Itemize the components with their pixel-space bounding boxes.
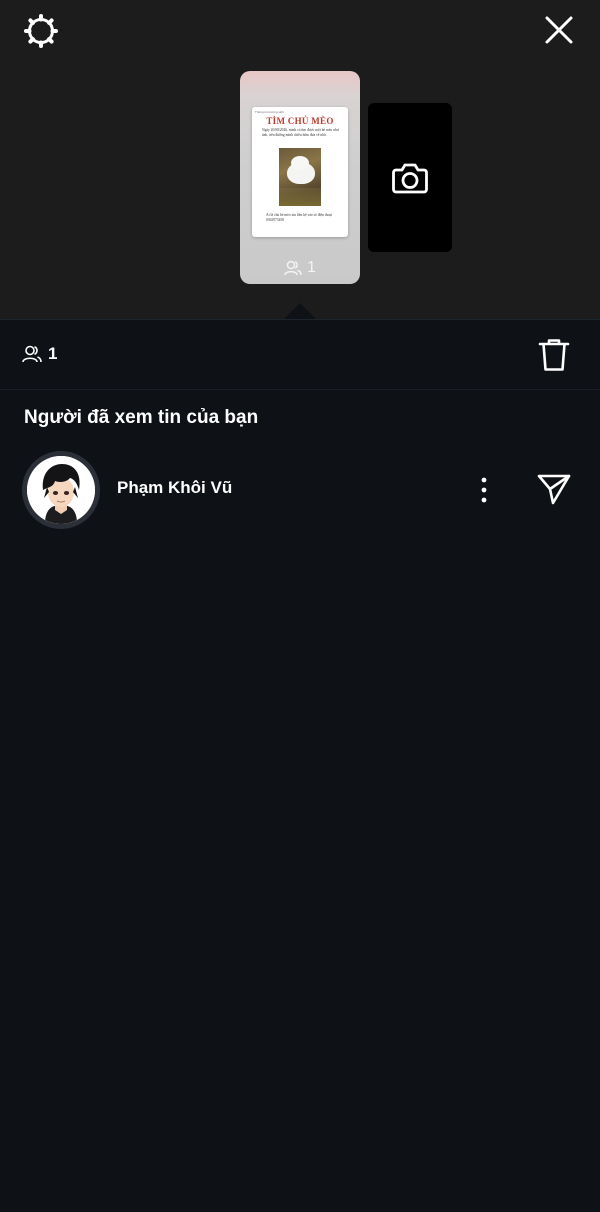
add-story-camera-button[interactable] (368, 103, 452, 252)
cat-photo (279, 148, 321, 206)
story-view-count: 1 (284, 258, 316, 278)
trash-icon (538, 339, 570, 371)
viewer-list-item[interactable]: Phạm Khôi Vũ (0, 448, 600, 532)
settings-button[interactable] (22, 12, 60, 50)
story-view-count-value: 1 (307, 259, 316, 276)
poster-footer: Ai là chủ bé mèo xin liên hệ vào số điện… (266, 213, 332, 222)
close-icon (545, 16, 573, 44)
story-poster-image: Thông tin trường sinh TÌM CHỦ MÈO Ngày 2… (252, 107, 348, 237)
viewers-icon (284, 260, 302, 276)
poster-text: Ngày 20/08/2026, mình có tìm được một bé… (262, 128, 339, 137)
selected-story-pointer (284, 303, 316, 319)
avatar-image (27, 456, 95, 524)
delete-story-button[interactable] (538, 338, 570, 372)
camera-icon (392, 163, 428, 194)
story-preview-area: Thông tin trường sinh TÌM CHỦ MÈO Ngày 2… (0, 0, 600, 319)
gear-icon (24, 14, 58, 48)
divider (0, 389, 600, 390)
avatar[interactable] (22, 451, 100, 529)
send-message-button[interactable] (536, 472, 572, 506)
viewers-section-title: Người đã xem tin của bạn (24, 407, 259, 428)
viewer-name[interactable]: Phạm Khôi Vũ (117, 478, 232, 498)
poster-header: Thông tin trường sinh (255, 110, 284, 114)
send-icon (537, 474, 571, 505)
story-viewers-screen: Thông tin trường sinh TÌM CHỦ MÈO Ngày 2… (0, 0, 600, 1212)
viewers-icon (22, 345, 42, 363)
views-summary: 1 (22, 340, 57, 368)
divider (0, 319, 600, 320)
poster-title: TÌM CHỦ MÈO (266, 116, 334, 126)
views-count: 1 (48, 344, 58, 363)
close-button[interactable] (541, 12, 577, 48)
more-options-button[interactable] (472, 475, 496, 505)
more-vertical-icon (481, 477, 487, 503)
story-thumbnail[interactable]: Thông tin trường sinh TÌM CHỦ MÈO Ngày 2… (240, 71, 360, 284)
